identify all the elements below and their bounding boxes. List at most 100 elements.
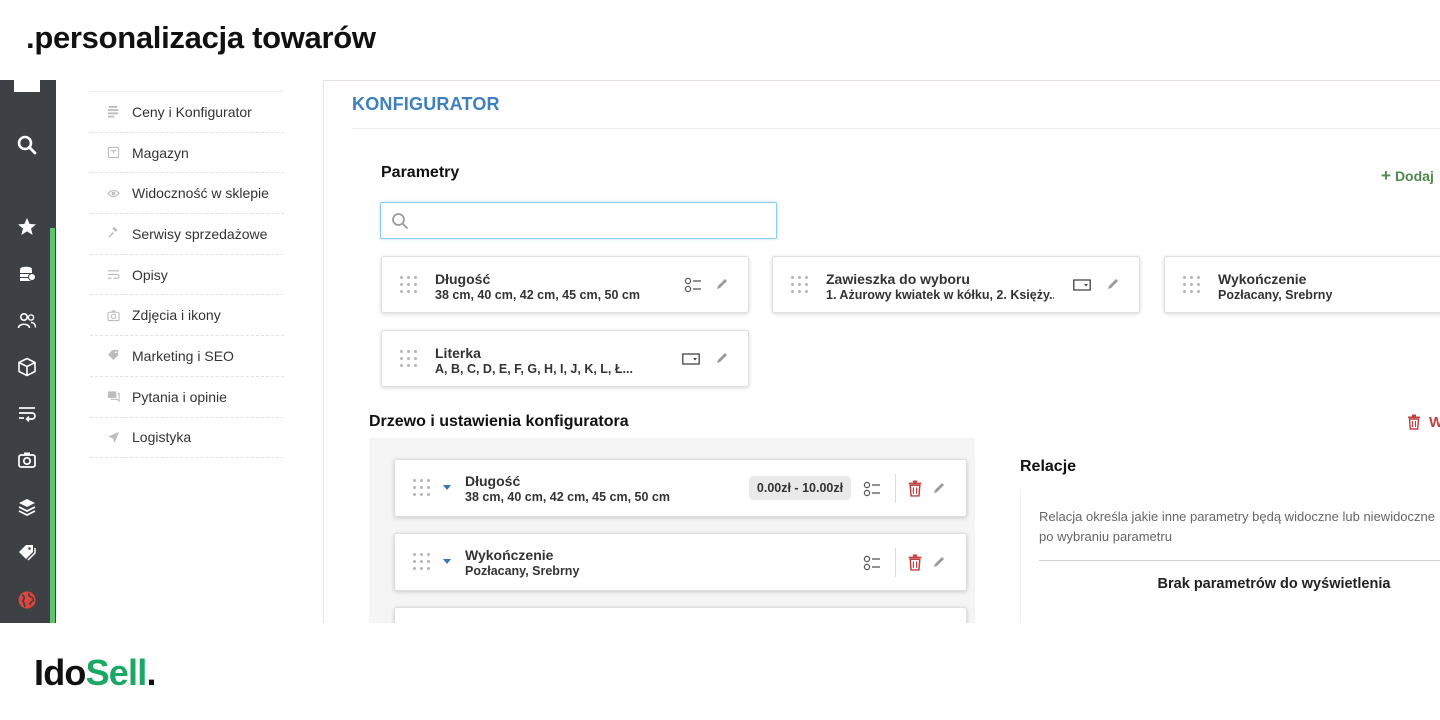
- select-box-icon: [682, 353, 700, 365]
- parameter-values: Pozłacany, Srebrny: [1218, 288, 1333, 302]
- parameter-card[interactable]: Literka A, B, C, D, E, F, G, H, I, J, K,…: [381, 330, 749, 387]
- tree-node-values: 38 cm, 40 cm, 42 cm, 45 cm, 50 cm: [465, 490, 670, 504]
- star-icon[interactable]: [14, 214, 40, 240]
- tree-heading: Drzewo i ustawienia konfiguratora: [369, 413, 629, 430]
- edit-pencil-icon[interactable]: [715, 351, 729, 365]
- trash-icon: [1408, 414, 1420, 430]
- edit-pencil-icon[interactable]: [932, 481, 946, 495]
- submenu-item-label: Pytania i opinie: [132, 388, 227, 405]
- edit-pencil-icon[interactable]: [1106, 277, 1120, 291]
- gavel-icon: [106, 227, 120, 241]
- tree-node[interactable]: [394, 607, 967, 623]
- text-wrap-icon[interactable]: [14, 400, 40, 426]
- delete-tree-label: W: [1429, 413, 1440, 431]
- expand-caret-icon[interactable]: [443, 559, 451, 564]
- delete-tree-button[interactable]: W: [1407, 411, 1440, 433]
- box-icon[interactable]: [14, 354, 40, 380]
- search-icon: [392, 213, 408, 229]
- section-divider: [352, 128, 1440, 129]
- action-separator: [895, 474, 896, 503]
- camera-icon[interactable]: [14, 447, 40, 473]
- parameter-values: A, B, C, D, E, F, G, H, I, J, K, L, Ł...: [435, 362, 633, 376]
- relations-heading: Relacje: [1020, 458, 1077, 475]
- tree-node[interactable]: Długość 38 cm, 40 cm, 42 cm, 45 cm, 50 c…: [394, 459, 967, 517]
- tree-node-values: Pozłacany, Srebrny: [465, 564, 580, 578]
- expand-caret-icon[interactable]: [443, 485, 451, 490]
- coins-icon[interactable]: [14, 261, 40, 287]
- configurator-panel: KONFIGURATOR Parametry + Dodaj Długość 38…: [324, 80, 1440, 623]
- submenu-item-label: Serwisy sprzedażowe: [132, 225, 268, 242]
- submenu-item-opisy[interactable]: Opisy: [90, 255, 284, 296]
- tag-icon: [106, 349, 120, 363]
- params-heading: Parametry: [381, 164, 460, 181]
- trash-icon[interactable]: [907, 554, 923, 571]
- select-box-icon: [1073, 279, 1091, 291]
- parameter-card[interactable]: Zawieszka do wyboru 1. Ażurowy kwiatek w…: [772, 256, 1140, 313]
- parameter-values: 38 cm, 40 cm, 42 cm, 45 cm, 50 cm: [435, 288, 640, 302]
- chat-icon: [106, 390, 120, 404]
- submenu-item-label: Marketing i SEO: [132, 347, 234, 364]
- rail-active-accent: [50, 228, 55, 623]
- parameter-name: Zawieszka do wyboru: [826, 271, 970, 287]
- parameter-card[interactable]: Wykończenie Pozłacany, Srebrny: [1164, 256, 1440, 313]
- globe-icon[interactable]: [14, 587, 40, 613]
- page-title: .personalizacja towarów: [26, 20, 376, 55]
- brand-logo: IdoSell.: [34, 652, 156, 693]
- top-divider: [324, 80, 1440, 81]
- menu-square-icon[interactable]: [14, 80, 40, 92]
- list-icon: [863, 555, 880, 571]
- parameter-search-input[interactable]: [380, 202, 777, 239]
- relations-description: Relacja określa jakie inne parametry będ…: [1039, 509, 1435, 544]
- edit-pencil-icon[interactable]: [715, 277, 729, 291]
- submenu-item-label: Zdjęcia i ikony: [132, 307, 221, 324]
- trash-icon[interactable]: [907, 480, 923, 497]
- submenu-item-label: Logistyka: [132, 429, 192, 446]
- tree-node-name: Długość: [465, 473, 521, 489]
- eye-icon: [106, 186, 120, 200]
- drag-handle-icon[interactable]: [791, 276, 809, 294]
- submenu-item-widocznosc[interactable]: Widoczność w sklepie: [90, 173, 284, 215]
- parameter-card[interactable]: Długość 38 cm, 40 cm, 42 cm, 45 cm, 50 c…: [381, 256, 749, 313]
- section-title: KONFIGURATOR: [352, 94, 500, 114]
- parameter-name: Literka: [435, 345, 481, 361]
- drag-handle-icon[interactable]: [400, 350, 418, 368]
- submenu-item-ceny[interactable]: Ceny i Konfigurator: [90, 92, 284, 133]
- app-screenshot: Ceny i Konfigurator Magazyn Widoczność w…: [0, 80, 1440, 623]
- submenu-item-logistyka[interactable]: Logistyka: [90, 418, 284, 459]
- edit-pencil-icon[interactable]: [932, 555, 946, 569]
- drag-handle-icon[interactable]: [1183, 276, 1201, 294]
- submenu-item-label: Opisy: [132, 266, 168, 283]
- submenu-item-label: Ceny i Konfigurator: [132, 103, 252, 120]
- layers-icon[interactable]: [14, 494, 40, 520]
- parameter-name: Wykończenie: [1218, 271, 1307, 287]
- tree-node[interactable]: Wykończenie Pozłacany, Srebrny: [394, 533, 967, 591]
- parameter-name: Długość: [435, 271, 491, 287]
- submenu-item-serwisy[interactable]: Serwisy sprzedażowe: [90, 214, 284, 255]
- configurator-tree: Długość 38 cm, 40 cm, 42 cm, 45 cm, 50 c…: [369, 438, 975, 623]
- send-icon: [106, 430, 120, 444]
- submenu-item-marketing[interactable]: Marketing i SEO: [90, 336, 284, 377]
- submenu-item-label: Widoczność w sklepie: [132, 185, 269, 202]
- submenu-item-label: Magazyn: [132, 144, 189, 161]
- action-separator: [895, 548, 896, 577]
- price-list-icon: [106, 105, 120, 119]
- drag-handle-icon[interactable]: [413, 479, 431, 497]
- users-icon[interactable]: [14, 308, 40, 334]
- submenu-item-magazyn[interactable]: Magazyn: [90, 133, 284, 174]
- add-parameter-button[interactable]: + Dodaj: [1381, 166, 1434, 186]
- submenu-item-zdjecia[interactable]: Zdjęcia i ikony: [90, 295, 284, 337]
- drag-handle-icon[interactable]: [400, 276, 418, 294]
- plus-icon: +: [1381, 166, 1391, 185]
- price-range-badge: 0.00zł - 10.00zł: [749, 476, 851, 500]
- relations-empty-message: Brak parametrów do wyświetlenia: [1157, 576, 1391, 592]
- tags-icon[interactable]: [14, 540, 40, 566]
- tree-node-name: Wykończenie: [465, 547, 554, 563]
- search-icon[interactable]: [14, 132, 40, 158]
- relations-panel: Relacja określa jakie inne parametry będ…: [1020, 490, 1440, 623]
- list-icon: [684, 277, 701, 293]
- icon-rail: [0, 80, 56, 623]
- drag-handle-icon[interactable]: [413, 553, 431, 571]
- product-submenu: Ceny i Konfigurator Magazyn Widoczność w…: [56, 80, 324, 623]
- list-icon: [863, 481, 880, 497]
- submenu-item-pytania[interactable]: Pytania i opinie: [90, 377, 284, 418]
